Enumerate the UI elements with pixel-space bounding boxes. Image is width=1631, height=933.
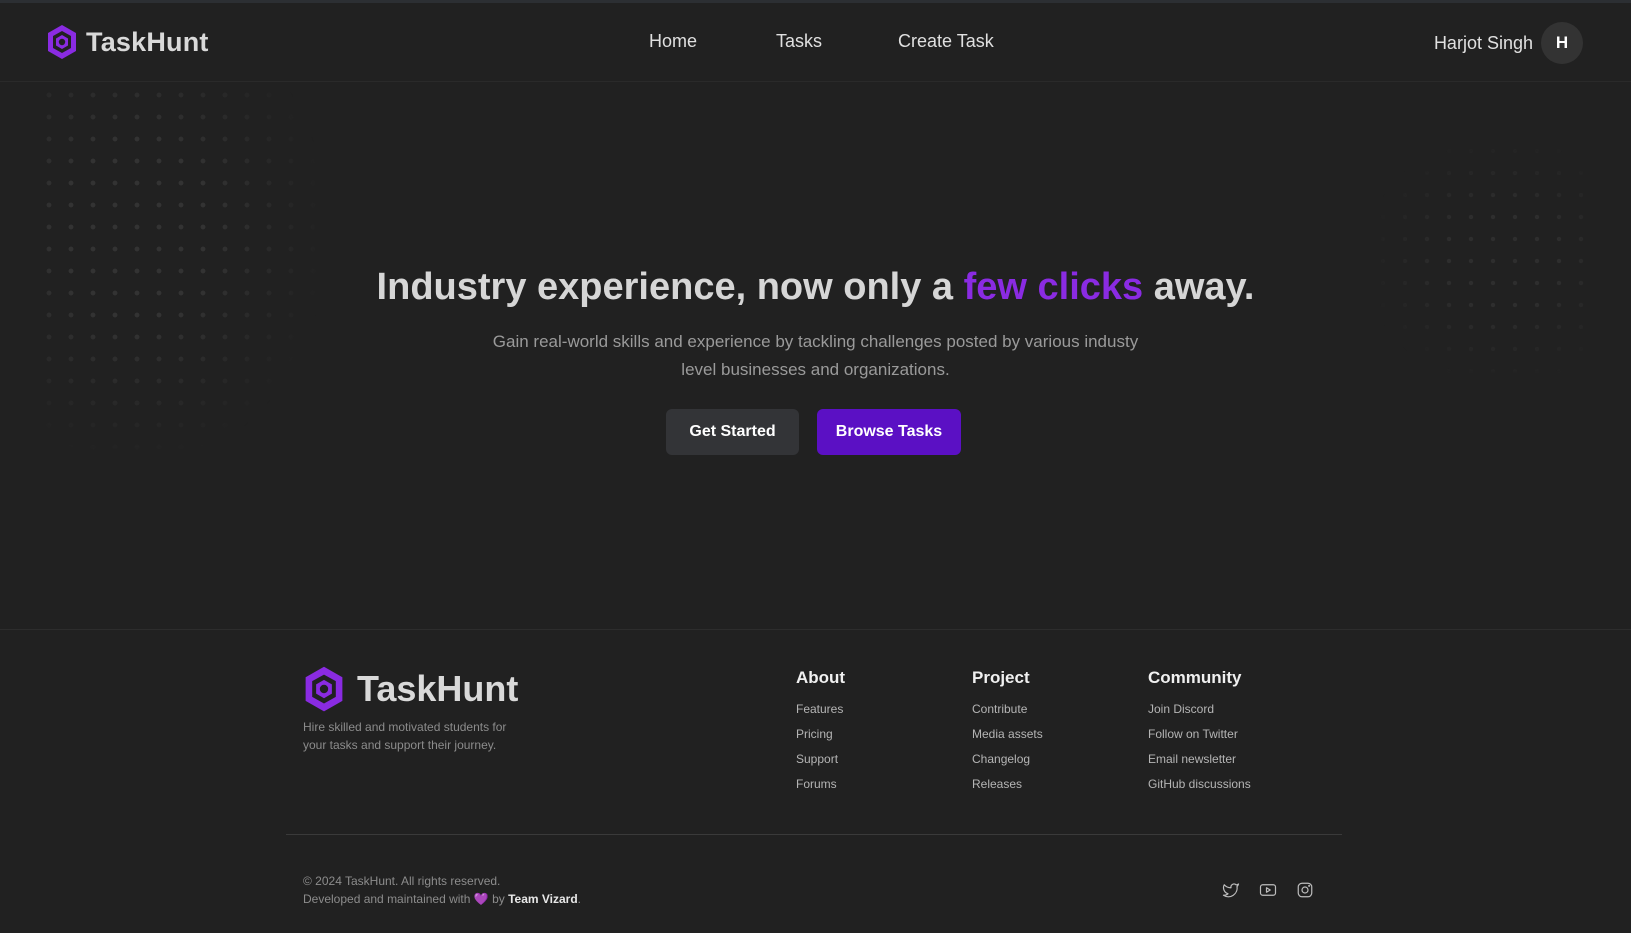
youtube-icon[interactable] (1258, 880, 1278, 900)
user-menu[interactable]: Harjot Singh H (1434, 22, 1583, 64)
copyright-text: © 2024 TaskHunt. All rights reserved. (303, 874, 501, 888)
footer-column-community: Community Join Discord Follow on Twitter… (1148, 668, 1251, 802)
footer-column-about: About Features Pricing Support Forums (796, 668, 845, 802)
footer-column-project: Project Contribute Media assets Changelo… (972, 668, 1043, 802)
footer-copyright: © 2024 TaskHunt. All rights reserved. De… (303, 872, 581, 908)
footer-column-title: Project (972, 668, 1030, 687)
footer-column-title: Community (1148, 668, 1242, 687)
heart-icon: 💜 (473, 892, 489, 906)
footer-link-support[interactable]: Support (796, 752, 845, 777)
footer-link-email-newsletter[interactable]: Email newsletter (1148, 752, 1251, 777)
avatar[interactable]: H (1541, 22, 1583, 64)
credit-prefix: Developed and maintained with (303, 892, 474, 906)
brand-name: TaskHunt (86, 26, 209, 57)
footer-tagline: Hire skilled and motivated students for … (303, 720, 507, 752)
footer-brand-name: TaskHunt (357, 668, 519, 709)
footer-link-features[interactable]: Features (796, 702, 845, 727)
hexagon-logo-icon (48, 25, 76, 59)
hero-title-accent: few clicks (963, 266, 1144, 308)
footer-link-follow-twitter[interactable]: Follow on Twitter (1148, 727, 1251, 752)
footer-link-contribute[interactable]: Contribute (972, 702, 1043, 727)
footer-divider (286, 834, 1342, 835)
get-started-button[interactable]: Get Started (666, 409, 799, 455)
nav-tasks[interactable]: Tasks (776, 31, 822, 52)
footer-link-releases[interactable]: Releases (972, 777, 1043, 802)
credit-by: by (488, 892, 509, 906)
hero-subtitle: Gain real-world skills and experience by… (492, 332, 1139, 379)
instagram-icon[interactable] (1295, 880, 1315, 900)
twitter-icon[interactable] (1221, 880, 1241, 900)
credit-suffix: . (577, 892, 582, 906)
footer-brand[interactable]: TaskHunt (303, 665, 518, 713)
footer-link-media-assets[interactable]: Media assets (972, 727, 1043, 752)
footer-link-changelog[interactable]: Changelog (972, 752, 1043, 777)
footer-column-title: About (796, 668, 846, 687)
user-name: Harjot Singh (1433, 32, 1533, 53)
footer-top-border (0, 629, 1631, 630)
footer-link-forums[interactable]: Forums (796, 777, 845, 802)
hexagon-logo-icon (305, 666, 343, 712)
hero-title-start: Industry experience, now only a (376, 266, 964, 308)
hero-title: Industry experience, now only a few clic… (0, 266, 1631, 309)
browse-tasks-button[interactable]: Browse Tasks (817, 409, 961, 455)
credit-text: Developed and maintained with 💜 by Team … (303, 890, 581, 908)
brand-logo[interactable]: TaskHunt (46, 24, 209, 60)
navbar: TaskHunt Home Tasks Create Task Harjot S… (0, 3, 1631, 82)
footer-link-join-discord[interactable]: Join Discord (1148, 702, 1251, 727)
team-name[interactable]: Team Vizard (508, 892, 578, 906)
footer-link-pricing[interactable]: Pricing (796, 727, 845, 752)
social-links (1221, 880, 1332, 900)
footer-link-github-discussions[interactable]: GitHub discussions (1148, 777, 1251, 802)
nav-home[interactable]: Home (649, 31, 697, 52)
dot-pattern-right (1372, 140, 1592, 380)
nav-create-task[interactable]: Create Task (898, 31, 994, 52)
hero-title-end: away. (1143, 266, 1255, 308)
